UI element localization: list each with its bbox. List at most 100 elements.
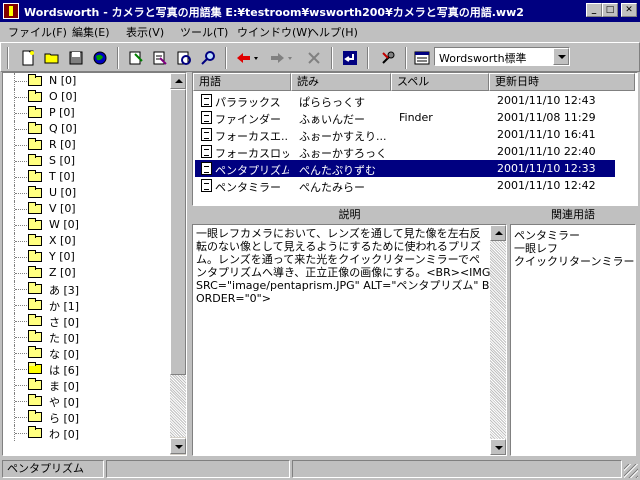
edit-add-button[interactable] <box>125 47 147 69</box>
view-button[interactable] <box>411 47 433 69</box>
description-scrollbar[interactable] <box>490 225 506 455</box>
tree-item[interactable]: な [0] <box>3 345 173 361</box>
open-folder-button[interactable] <box>41 47 63 69</box>
desc-scroll-up-button[interactable] <box>490 225 506 241</box>
table-row[interactable]: ペンタミラー ぺんたみらー 2001/11/10 12:42 <box>195 177 615 194</box>
tree-item[interactable]: W [0] <box>3 217 173 233</box>
cell-term: フォーカスロッ... <box>215 147 289 160</box>
tree-item[interactable]: V [0] <box>3 201 173 217</box>
tree-item[interactable]: Z [0] <box>3 265 173 281</box>
tree-item[interactable]: T [0] <box>3 169 173 185</box>
description-header: 説明 <box>338 208 361 221</box>
tree-item[interactable]: O [0] <box>3 89 173 105</box>
tools-button[interactable] <box>377 47 399 69</box>
tree-item[interactable]: S [0] <box>3 153 173 169</box>
tree-connector <box>15 209 27 210</box>
menu-edit[interactable]: 編集(E) <box>72 24 110 40</box>
menu-view[interactable]: 表示(V) <box>126 24 164 40</box>
save-button[interactable] <box>65 47 87 69</box>
category-tree[interactable]: N [0] O [0] P [0] Q [0] R [0] S [0] T [0] U [0]… <box>2 72 187 456</box>
app-icon[interactable] <box>3 3 19 19</box>
table-row[interactable]: ファインダー ふぁいんだー Finder 2001/11/08 11:29 <box>195 109 615 126</box>
description-text[interactable]: 一眼レフカメラにおいて、レンズを通して見た像を左右反転のない像として見えるように… <box>196 227 491 305</box>
tree-item[interactable]: Y [0] <box>3 249 173 265</box>
minimize-button[interactable]: _ <box>586 3 602 17</box>
tree-connector <box>15 337 27 338</box>
back-button[interactable] <box>233 47 263 69</box>
tree-item[interactable]: X [0] <box>3 233 173 249</box>
folder-icon <box>28 74 42 86</box>
tree-item-label: O [0] <box>49 90 77 103</box>
tree-item[interactable]: U [0] <box>3 185 173 201</box>
desc-scroll-track[interactable] <box>490 241 506 439</box>
tree-connector <box>15 417 27 418</box>
folder-icon <box>28 250 42 262</box>
term-list[interactable]: 用語 読み スペル 更新日時 パララックス ぱららっくす 2001/11/10 12… <box>192 72 638 206</box>
tree-item-label: わ [0] <box>49 428 80 441</box>
cell-spell: Finder <box>399 111 433 124</box>
tree-scrollbar[interactable] <box>170 73 186 455</box>
menu-tools[interactable]: ツール(T) <box>180 24 228 40</box>
tree-item[interactable]: ま [0] <box>3 377 173 393</box>
folder-icon <box>28 106 42 118</box>
table-row[interactable]: パララックス ぱららっくす 2001/11/10 12:43 <box>195 92 615 109</box>
cell-reading: ぺんたぷりずむ <box>299 164 376 177</box>
return-button[interactable] <box>339 47 361 69</box>
edit-refresh-button[interactable] <box>173 47 195 69</box>
tree-scroll-thumb[interactable] <box>170 89 186 375</box>
style-combobox[interactable]: Wordsworth標準 <box>434 47 570 66</box>
tree-item[interactable]: さ [0] <box>3 313 173 329</box>
tree-scroll-track[interactable] <box>170 375 186 437</box>
tree-item[interactable]: は [6] <box>3 361 173 377</box>
maximize-button[interactable]: □ <box>602 3 618 17</box>
menu-window[interactable]: ウインドウ(W) <box>237 24 311 40</box>
title-bar[interactable]: Wordsworth - カメラと写真の用語集 E:¥testroom¥wswo… <box>0 0 640 22</box>
description-pane[interactable]: 一眼レフカメラにおいて、レンズを通して見た像を左右反転のない像として見えるように… <box>192 224 507 456</box>
tree-item[interactable]: Q [0] <box>3 121 173 137</box>
column-header-spell[interactable]: スペル <box>391 73 489 91</box>
table-row[interactable]: フォーカスロッ... ふぉーかすろっく 2001/11/10 22:40 <box>195 143 615 160</box>
cell-term: フォーカスエ... <box>215 130 289 143</box>
combobox-dropdown-button[interactable] <box>553 48 569 65</box>
cell-date: 2001/11/10 12:43 <box>497 94 596 107</box>
tree-item[interactable]: た [0] <box>3 329 173 345</box>
tree-item[interactable]: あ [3] <box>3 281 173 297</box>
new-file-button[interactable] <box>17 47 39 69</box>
table-row[interactable]: フォーカスエ... ふぉーかすえり... 2001/11/10 16:41 <box>195 126 615 143</box>
column-header-reading[interactable]: 読み <box>291 73 391 91</box>
tree-item[interactable]: か [1] <box>3 297 173 313</box>
tree-item[interactable]: わ [0] <box>3 425 173 441</box>
menu-file[interactable]: ファイル(F) <box>8 24 67 40</box>
edit-refresh-icon <box>177 51 191 65</box>
edit-page-button[interactable] <box>149 47 171 69</box>
related-terms-pane[interactable]: ペンタミラー 一眼レフ クイックリターンミラー <box>510 224 636 456</box>
tree-item-label: S [0] <box>49 154 76 167</box>
tree-scroll-up-button[interactable] <box>170 73 186 89</box>
new-file-icon <box>22 50 34 66</box>
column-header-date[interactable]: 更新日時 <box>489 73 635 91</box>
tree-item[interactable]: N [0] <box>3 73 173 89</box>
folder-icon <box>28 122 42 134</box>
related-term-item[interactable]: クイックリターンミラー <box>514 253 634 269</box>
globe-button[interactable] <box>89 47 111 69</box>
folder-icon <box>28 218 42 230</box>
close-button[interactable]: ✕ <box>621 3 637 17</box>
forward-button[interactable] <box>267 47 297 69</box>
tree-item[interactable]: ら [0] <box>3 409 173 425</box>
table-row[interactable]: ペンタプリズム ぺんたぷりずむ 2001/11/10 12:33 <box>195 160 615 177</box>
menu-help[interactable]: ヘルプ(H) <box>308 24 358 40</box>
tree-connector <box>15 289 27 290</box>
resize-grip[interactable] <box>624 464 638 478</box>
tree-item[interactable]: や [0] <box>3 393 173 409</box>
folder-icon <box>28 170 42 182</box>
stop-button[interactable] <box>303 47 325 69</box>
tree-item[interactable]: P [0] <box>3 105 173 121</box>
search-button[interactable] <box>197 47 219 69</box>
cell-reading: ぺんたみらー <box>299 181 365 194</box>
tree-scroll-down-button[interactable] <box>170 438 186 454</box>
column-header-term[interactable]: 用語 <box>193 73 291 91</box>
desc-scroll-down-button[interactable] <box>490 439 506 455</box>
tree-item[interactable]: R [0] <box>3 137 173 153</box>
cell-reading: ふぁいんだー <box>299 113 365 126</box>
document-icon <box>201 179 212 192</box>
